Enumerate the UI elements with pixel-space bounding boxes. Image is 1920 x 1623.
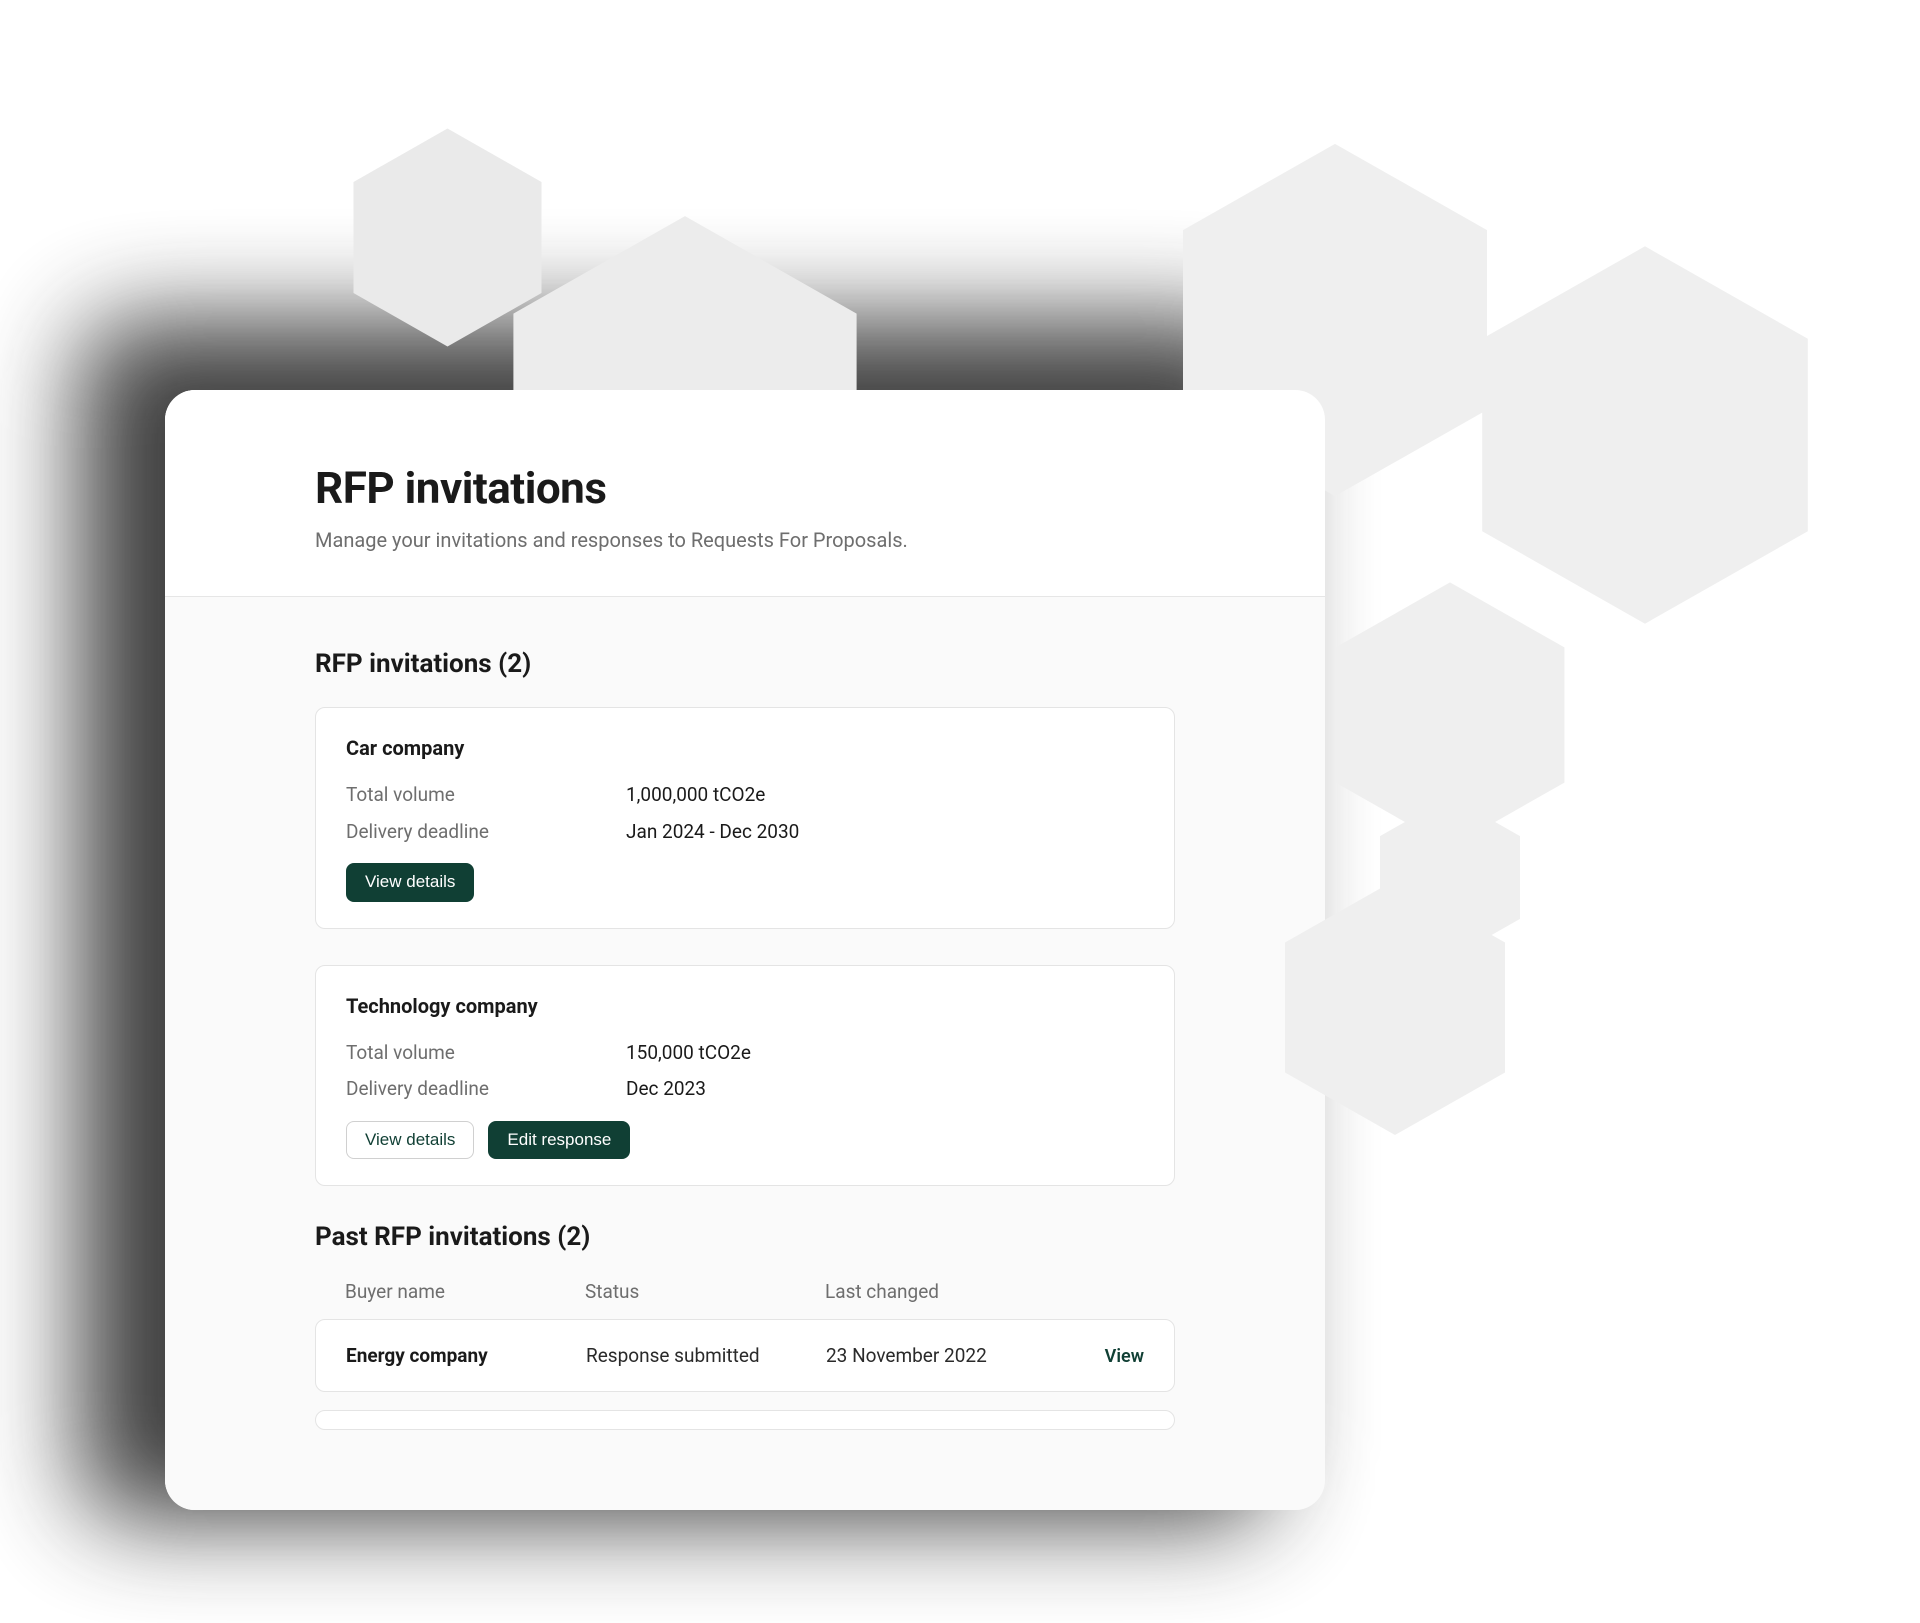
row-changed: 23 November 2022	[826, 1344, 1046, 1367]
delivery-deadline-label: Delivery deadline	[346, 819, 626, 846]
hexagon-decoration	[1460, 230, 1830, 640]
past-invitations-section: Past RFP invitations (2) Buyer name Stat…	[315, 1222, 1175, 1430]
past-table-row	[315, 1410, 1175, 1430]
current-invitations-title: RFP invitations (2)	[315, 649, 1175, 679]
rfp-card-title: Car company	[346, 736, 1144, 760]
rfp-card: Car company Total volume 1,000,000 tCO2e…	[315, 707, 1175, 929]
rfp-total-volume-row: Total volume 150,000 tCO2e	[346, 1040, 1144, 1067]
rfp-total-volume-row: Total volume 1,000,000 tCO2e	[346, 782, 1144, 809]
total-volume-label: Total volume	[346, 782, 626, 809]
col-header-buyer: Buyer name	[345, 1280, 585, 1303]
delivery-deadline-value: Jan 2024 - Dec 2030	[626, 819, 799, 846]
panel-body: RFP invitations (2) Car company Total vo…	[165, 597, 1325, 1510]
view-link[interactable]: View	[1105, 1346, 1144, 1367]
page-title: RFP invitations	[315, 462, 1175, 514]
page-subtitle: Manage your invitations and responses to…	[315, 528, 1175, 552]
rfp-deadline-row: Delivery deadline Jan 2024 - Dec 2030	[346, 819, 1144, 846]
rfp-card-actions: View details	[346, 863, 1144, 901]
total-volume-label: Total volume	[346, 1040, 626, 1067]
hexagon-decoration	[1320, 570, 1580, 860]
col-header-status: Status	[585, 1280, 825, 1303]
past-invitations-title: Past RFP invitations (2)	[315, 1222, 1175, 1252]
total-volume-value: 150,000 tCO2e	[626, 1040, 751, 1067]
row-buyer: Energy company	[346, 1344, 586, 1367]
rfp-card-title: Technology company	[346, 994, 1144, 1018]
past-table-row: Energy company Response submitted 23 Nov…	[315, 1319, 1175, 1392]
rfp-panel: RFP invitations Manage your invitations …	[165, 390, 1325, 1510]
panel-header: RFP invitations Manage your invitations …	[165, 390, 1325, 597]
edit-response-button[interactable]: Edit response	[488, 1121, 630, 1159]
past-table-header: Buyer name Status Last changed	[315, 1280, 1175, 1319]
view-details-button[interactable]: View details	[346, 863, 474, 901]
rfp-deadline-row: Delivery deadline Dec 2023	[346, 1076, 1144, 1103]
col-header-changed: Last changed	[825, 1280, 1045, 1303]
rfp-card: Technology company Total volume 150,000 …	[315, 965, 1175, 1187]
row-status: Response submitted	[586, 1344, 826, 1367]
delivery-deadline-label: Delivery deadline	[346, 1076, 626, 1103]
hexagon-decoration	[1370, 790, 1530, 965]
total-volume-value: 1,000,000 tCO2e	[626, 782, 765, 809]
delivery-deadline-value: Dec 2023	[626, 1076, 706, 1103]
rfp-card-actions: View details Edit response	[346, 1121, 1144, 1159]
view-details-button[interactable]: View details	[346, 1121, 474, 1159]
